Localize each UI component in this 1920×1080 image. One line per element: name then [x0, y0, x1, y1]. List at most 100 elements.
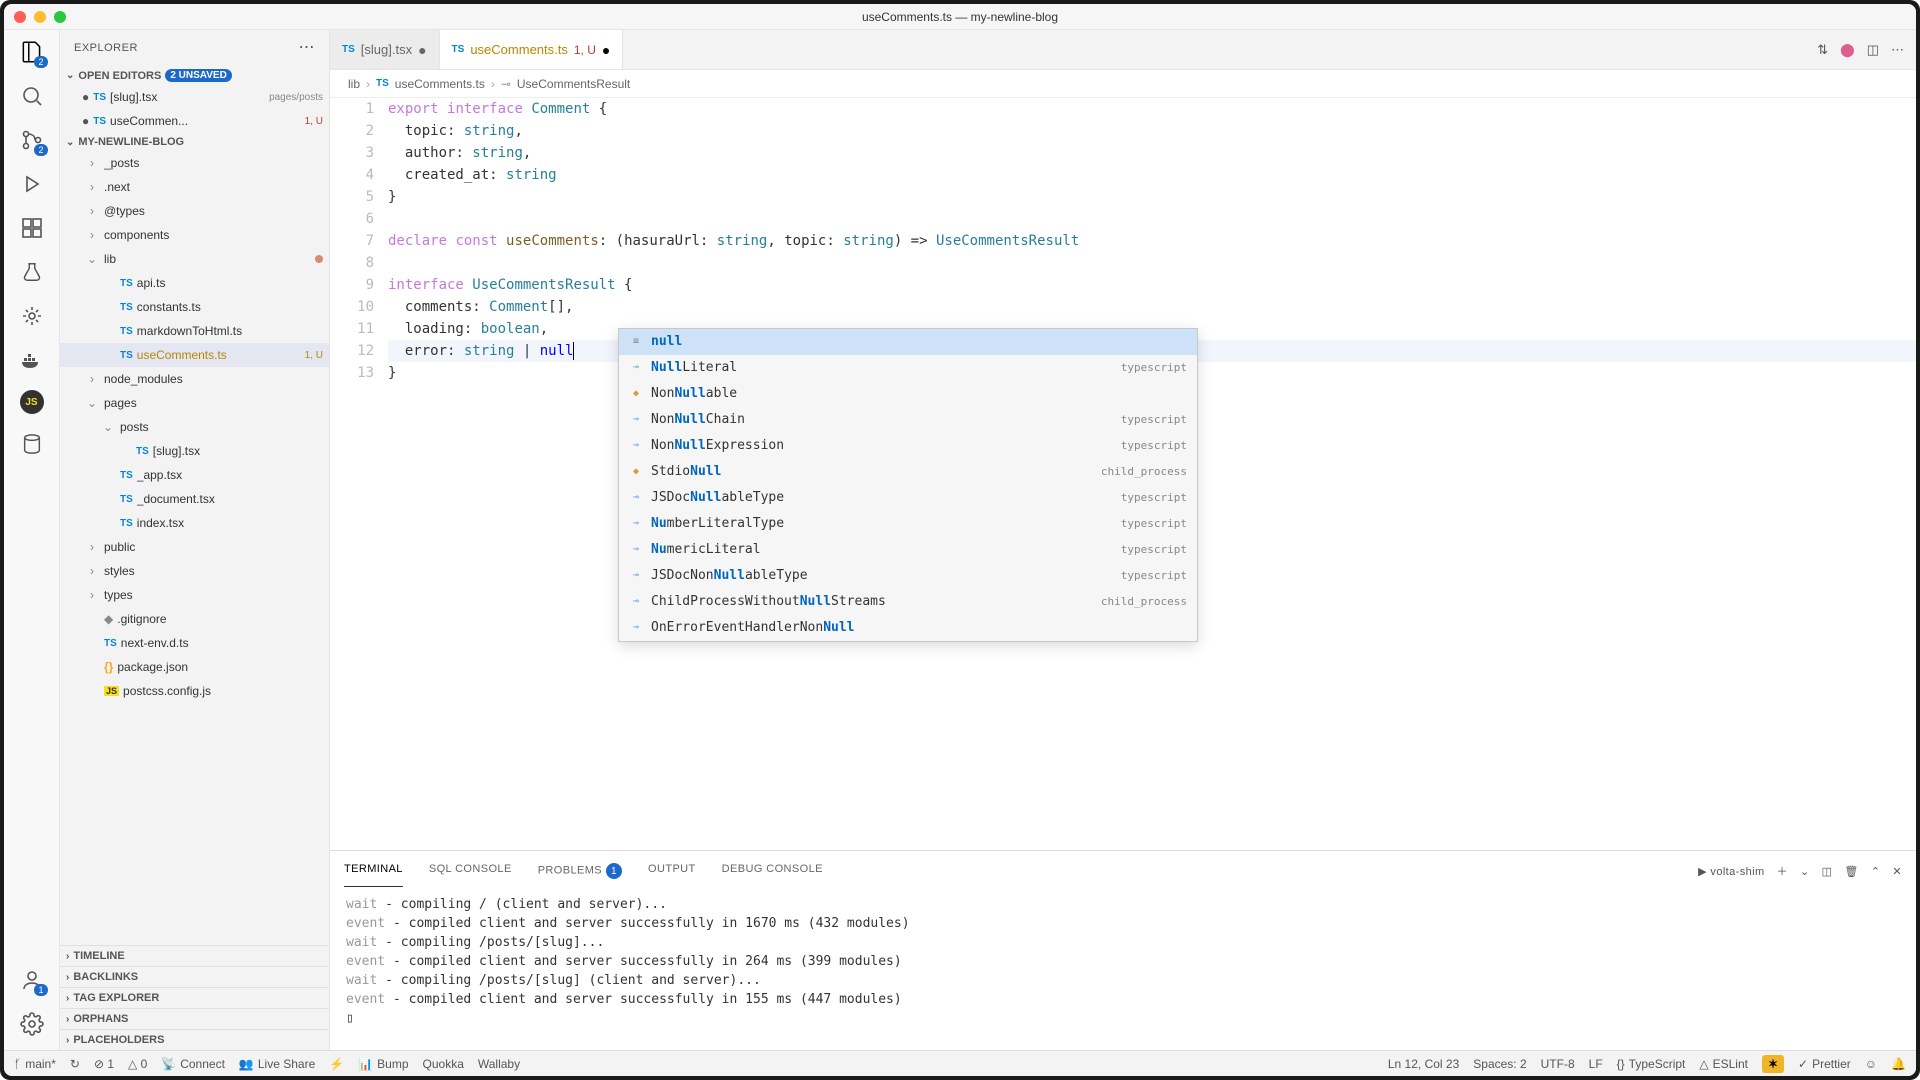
quokka[interactable]: Quokka — [423, 1057, 464, 1071]
wallaby[interactable]: Wallaby — [478, 1057, 520, 1071]
more-icon[interactable]: ⋯ — [299, 44, 316, 52]
autocomplete-item[interactable]: ◆ StdioNull child_process — [619, 459, 1197, 485]
cursor-position[interactable]: Ln 12, Col 23 — [1388, 1057, 1459, 1071]
tree-item[interactable]: › types — [60, 583, 329, 607]
testing-icon[interactable] — [18, 258, 46, 286]
open-editors-header[interactable]: ⌄ OPEN EDITORS 2 UNSAVED — [60, 66, 329, 85]
settings-icon[interactable] — [18, 1010, 46, 1038]
terminal-shell[interactable]: ▶ volta-shim — [1698, 865, 1764, 878]
extensions-icon[interactable] — [18, 214, 46, 242]
panel-tab[interactable]: TERMINAL — [344, 855, 403, 887]
kill-terminal-icon[interactable]: 🗑 — [1844, 865, 1858, 878]
open-editor-item[interactable]: ● TS useCommen... 1, U — [60, 109, 329, 133]
indent[interactable]: Spaces: 2 — [1473, 1057, 1526, 1071]
autocomplete-popup[interactable]: ≡ null ⊸ NullLiteral typescript ◆ NonNul… — [618, 328, 1198, 642]
editor-tab[interactable]: TS [slug].tsx ● — [330, 30, 440, 69]
docker-icon[interactable] — [18, 346, 46, 374]
autocomplete-item[interactable]: ≡ null — [619, 329, 1197, 355]
tree-item[interactable]: TS [slug].tsx — [60, 439, 329, 463]
panel-tab[interactable]: DEBUG CONSOLE — [722, 855, 823, 887]
tree-item[interactable]: TS next-env.d.ts — [60, 631, 329, 655]
run-debug-icon[interactable] — [18, 170, 46, 198]
bell-icon[interactable]: 🔔 — [1891, 1057, 1906, 1071]
tree-item[interactable]: › _posts — [60, 151, 329, 175]
live-share[interactable]: 👥 Live Share — [239, 1057, 315, 1071]
tree-item[interactable]: › styles — [60, 559, 329, 583]
feedback-icon[interactable]: ☺ — [1865, 1057, 1877, 1071]
prettier[interactable]: ✓ Prettier — [1798, 1057, 1851, 1071]
gitlens-icon[interactable] — [18, 302, 46, 330]
eol[interactable]: LF — [1589, 1057, 1603, 1071]
tree-item[interactable]: ◆ .gitignore — [60, 607, 329, 631]
tree-item[interactable]: TS api.ts — [60, 271, 329, 295]
tree-item[interactable]: › @types — [60, 199, 329, 223]
breadcrumb[interactable]: lib › TS useComments.ts › ⊸ UseCommentsR… — [330, 70, 1916, 98]
explorer-icon[interactable]: 2 — [18, 38, 46, 66]
split-icon[interactable]: ◫ — [1867, 42, 1879, 58]
accounts-icon[interactable]: 1 — [18, 966, 46, 994]
tree-item[interactable]: › public — [60, 535, 329, 559]
sidebar-section[interactable]: ›ORPHANS — [60, 1008, 329, 1029]
autocomplete-item[interactable]: ⊸ NumericLiteral typescript — [619, 537, 1197, 563]
autocomplete-item[interactable]: ◆ NonNullable — [619, 381, 1197, 407]
autocomplete-item[interactable]: ⊸ NonNullExpression typescript — [619, 433, 1197, 459]
source-control-icon[interactable]: 2 — [18, 126, 46, 154]
panel-tab[interactable]: OUTPUT — [648, 855, 696, 887]
maximize-panel-icon[interactable]: ⌃ — [1871, 865, 1881, 878]
autocomplete-item[interactable]: ⊸ JSDocNullableType typescript — [619, 485, 1197, 511]
tree-item[interactable]: › components — [60, 223, 329, 247]
editor-tab[interactable]: TS useComments.ts 1, U ● — [440, 30, 624, 69]
new-terminal-icon[interactable]: ＋ — [1777, 863, 1788, 879]
search-icon[interactable] — [18, 82, 46, 110]
warnings-count[interactable]: △ 0 — [128, 1057, 147, 1071]
sidebar-section[interactable]: ›TIMELINE — [60, 945, 329, 966]
autocomplete-item[interactable]: ⊸ NullLiteral typescript — [619, 355, 1197, 381]
autocomplete-item[interactable]: ⊸ NonNullChain typescript — [619, 407, 1197, 433]
errors-count[interactable]: ⊘ 1 — [94, 1057, 114, 1071]
more-actions-icon[interactable]: ⋯ — [1891, 42, 1904, 58]
tree-item[interactable]: TS _app.tsx — [60, 463, 329, 487]
tree-item[interactable]: {} package.json — [60, 655, 329, 679]
copilot-icon[interactable]: ✶ — [1762, 1055, 1784, 1073]
autocomplete-item[interactable]: ⊸ NumberLiteralType typescript — [619, 511, 1197, 537]
terminal-output[interactable]: wait - compiling / (client and server)..… — [330, 891, 1916, 1050]
close-panel-icon[interactable]: ✕ — [1892, 865, 1902, 878]
panel-tab[interactable]: PROBLEMS1 — [538, 855, 622, 887]
sidebar-section[interactable]: ›PLACEHOLDERS — [60, 1029, 329, 1050]
tree-item[interactable]: JS postcss.config.js — [60, 679, 329, 703]
bump[interactable]: 📊 Bump — [358, 1057, 408, 1071]
sidebar-section[interactable]: ›TAG EXPLORER — [60, 987, 329, 1008]
split-terminal-icon[interactable]: ◫ — [1822, 865, 1833, 878]
tree-item[interactable]: TS constants.ts — [60, 295, 329, 319]
compare-icon[interactable]: ⇅ — [1817, 42, 1828, 58]
git-branch[interactable]: ᚶ main* — [14, 1057, 56, 1071]
window-title: useComments.ts — my-newline-blog — [862, 10, 1058, 24]
tree-item[interactable]: ⌄ pages — [60, 391, 329, 415]
autocomplete-item[interactable]: ⊸ JSDocNonNullableType typescript — [619, 563, 1197, 589]
tree-item[interactable]: › node_modules — [60, 367, 329, 391]
pin-icon[interactable]: ⬤ — [1840, 42, 1855, 58]
database-icon[interactable] — [18, 430, 46, 458]
terminal-dropdown-icon[interactable]: ⌄ — [1800, 865, 1810, 878]
encoding[interactable]: UTF-8 — [1541, 1057, 1575, 1071]
tree-item[interactable]: TS useComments.ts 1, U — [60, 343, 329, 367]
panel-tab[interactable]: SQL CONSOLE — [429, 855, 512, 887]
autocomplete-item[interactable]: ⊸ OnErrorEventHandlerNonNull — [619, 615, 1197, 641]
lightning-icon[interactable]: ⚡ — [329, 1057, 344, 1071]
tree-item[interactable]: ⌄ lib — [60, 247, 329, 271]
project-header[interactable]: ⌄ MY-NEWLINE-BLOG — [60, 133, 329, 151]
code-editor[interactable]: 12345678910111213 export interface Comme… — [330, 98, 1916, 850]
sync-icon[interactable]: ↻ — [70, 1057, 80, 1071]
tree-item[interactable]: TS markdownToHtml.ts — [60, 319, 329, 343]
language-mode[interactable]: {} TypeScript — [1617, 1057, 1686, 1071]
connect-button[interactable]: 📡 Connect — [161, 1057, 225, 1071]
tree-item[interactable]: TS _document.tsx — [60, 487, 329, 511]
tree-item[interactable]: TS index.tsx — [60, 511, 329, 535]
autocomplete-item[interactable]: ⊸ ChildProcessWithoutNullStreams child_p… — [619, 589, 1197, 615]
eslint[interactable]: △ ESLint — [1699, 1057, 1748, 1071]
tree-item[interactable]: ⌄ posts — [60, 415, 329, 439]
tree-item[interactable]: › .next — [60, 175, 329, 199]
open-editor-item[interactable]: ● TS [slug].tsx pages/posts — [60, 85, 329, 109]
sidebar-section[interactable]: ›BACKLINKS — [60, 966, 329, 987]
js-icon[interactable]: JS — [20, 390, 44, 414]
